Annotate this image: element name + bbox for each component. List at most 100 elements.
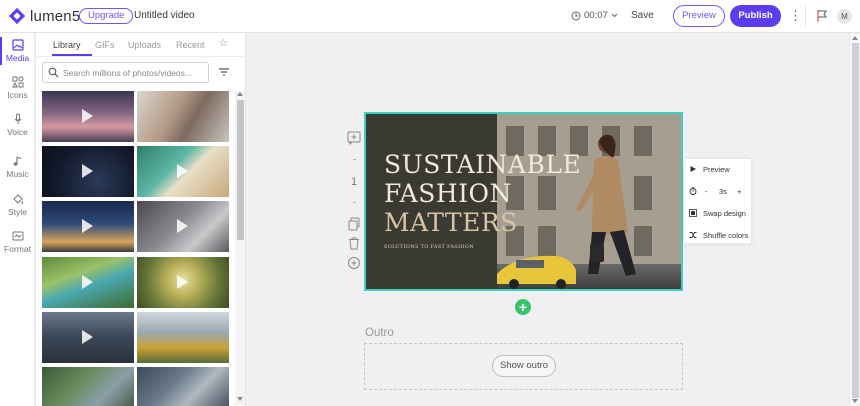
media-thumbnail[interactable] bbox=[42, 201, 134, 252]
music-note-icon bbox=[13, 156, 21, 166]
scene-subtitle[interactable]: SOLUTIONS TO FAST FASHION bbox=[384, 244, 474, 250]
shapes-icon bbox=[11, 76, 23, 88]
divider bbox=[353, 202, 356, 203]
divider bbox=[353, 159, 356, 160]
play-icon bbox=[82, 109, 93, 123]
report-flag-icon[interactable] bbox=[815, 9, 829, 23]
library-tabs: Library GIFs Uploads Recent ☆ bbox=[36, 33, 246, 57]
rail-label: Format bbox=[4, 244, 31, 254]
scroll-down-icon[interactable] bbox=[237, 397, 243, 401]
top-bar: lumen5 Upgrade Untitled video 00:07 Save… bbox=[0, 0, 860, 33]
logo[interactable]: lumen5 bbox=[8, 7, 80, 25]
search-box bbox=[42, 62, 209, 83]
media-thumbnail[interactable] bbox=[137, 312, 229, 363]
scene-title-line: SUSTAINABLE bbox=[384, 150, 582, 179]
scene-preview-item[interactable]: Preview bbox=[684, 159, 753, 179]
media-library-panel: Library GIFs Uploads Recent ☆ bbox=[36, 33, 246, 406]
star-icon[interactable]: ☆ bbox=[219, 38, 228, 49]
more-options-icon[interactable]: ⋮ bbox=[789, 9, 802, 23]
duration-increase-button[interactable]: + bbox=[737, 187, 741, 196]
scene-title[interactable]: SUSTAINABLE FASHION MATTERS bbox=[384, 150, 664, 237]
swap-design-icon bbox=[689, 209, 697, 217]
rail-item-voice[interactable]: Voice bbox=[0, 113, 35, 137]
play-icon bbox=[82, 330, 93, 344]
rail-item-style[interactable]: Style bbox=[0, 193, 35, 217]
library-scroll-thumb[interactable] bbox=[237, 100, 244, 240]
duration-decrease-button[interactable]: - bbox=[705, 187, 708, 196]
rail-label: Voice bbox=[7, 127, 28, 137]
duplicate-icon[interactable] bbox=[347, 217, 361, 231]
outro-label: Outro bbox=[365, 327, 394, 339]
tab-gifs[interactable]: GIFs bbox=[95, 40, 115, 50]
media-thumbnail[interactable] bbox=[137, 367, 229, 406]
play-icon bbox=[177, 275, 188, 289]
paint-bucket-icon bbox=[12, 194, 23, 205]
left-rail: Media Icons Voice Music Style Format bbox=[0, 33, 35, 406]
rail-item-music[interactable]: Music bbox=[0, 155, 35, 179]
add-text-icon[interactable] bbox=[347, 131, 361, 145]
video-title[interactable]: Untitled video bbox=[134, 10, 195, 21]
tab-uploads[interactable]: Uploads bbox=[128, 40, 161, 50]
canvas-scroll-thumb[interactable] bbox=[852, 43, 859, 398]
microphone-icon bbox=[14, 113, 21, 124]
shuffle-icon bbox=[689, 232, 697, 238]
shuffle-colors-item[interactable]: Shuffle colors bbox=[684, 225, 753, 245]
avatar[interactable]: M bbox=[837, 9, 852, 24]
media-thumbnail[interactable] bbox=[42, 367, 134, 406]
rail-label: Music bbox=[6, 169, 29, 179]
timer-icon bbox=[689, 187, 697, 195]
filter-icon[interactable] bbox=[218, 66, 230, 78]
scene-duration-item: - 3s + bbox=[684, 181, 753, 201]
show-outro-button[interactable]: Show outro bbox=[492, 355, 556, 377]
media-thumbnail[interactable] bbox=[137, 91, 229, 142]
play-icon bbox=[177, 219, 188, 233]
scene-context-menu: Preview - 3s + Swap design Shuffle color… bbox=[683, 158, 752, 244]
play-icon bbox=[82, 219, 93, 233]
menu-label: Preview bbox=[703, 165, 730, 174]
media-thumbnail[interactable] bbox=[137, 257, 229, 308]
publish-button[interactable]: Publish bbox=[730, 5, 781, 27]
aspect-ratio-icon bbox=[12, 231, 23, 241]
menu-label: Shuffle colors bbox=[703, 231, 749, 240]
add-scene-button[interactable]: + bbox=[515, 299, 531, 315]
preview-button[interactable]: Preview bbox=[673, 5, 725, 27]
rail-label: Icons bbox=[7, 90, 28, 100]
scroll-down-icon[interactable] bbox=[852, 399, 858, 403]
swap-design-item[interactable]: Swap design bbox=[684, 203, 753, 223]
save-button[interactable]: Save bbox=[631, 10, 654, 21]
lumen5-logo-icon bbox=[8, 7, 26, 25]
rail-item-media[interactable]: Media bbox=[0, 39, 35, 63]
duration-value: 3s bbox=[719, 187, 727, 196]
rail-label: Media bbox=[5, 53, 30, 63]
play-icon bbox=[177, 164, 188, 178]
media-thumbnail[interactable] bbox=[42, 257, 134, 308]
canvas-scrollbar[interactable] bbox=[849, 33, 860, 406]
add-scene-circle-icon[interactable] bbox=[347, 256, 361, 270]
rail-label: Style bbox=[8, 207, 27, 217]
logo-text: lumen5 bbox=[30, 7, 81, 25]
media-thumbnail[interactable] bbox=[42, 312, 134, 363]
tab-recent[interactable]: Recent bbox=[176, 40, 205, 50]
upgrade-button[interactable]: Upgrade bbox=[79, 8, 134, 24]
scene-title-line: FASHION bbox=[384, 179, 512, 208]
scene-title-line: MATTERS bbox=[384, 208, 518, 237]
media-thumbnail[interactable] bbox=[137, 201, 229, 252]
duration-selector[interactable]: 00:07 bbox=[571, 10, 618, 21]
scene-preview[interactable]: SUSTAINABLE FASHION MATTERS SOLUTIONS TO… bbox=[364, 112, 683, 291]
duration-text: 00:07 bbox=[584, 10, 608, 21]
tab-library[interactable]: Library bbox=[53, 40, 81, 50]
clock-icon bbox=[571, 11, 581, 20]
scroll-up-icon[interactable] bbox=[852, 36, 858, 40]
scroll-up-icon[interactable] bbox=[237, 92, 243, 96]
rail-item-format[interactable]: Format bbox=[0, 230, 35, 254]
search-input[interactable] bbox=[63, 66, 205, 79]
media-thumbnail[interactable] bbox=[137, 146, 229, 197]
media-thumbnail[interactable] bbox=[42, 146, 134, 197]
rail-item-icons[interactable]: Icons bbox=[0, 76, 35, 100]
play-icon bbox=[82, 164, 93, 178]
chevron-down-icon bbox=[611, 13, 618, 18]
trash-icon[interactable] bbox=[347, 236, 361, 250]
media-thumbnail[interactable] bbox=[42, 91, 134, 142]
menu-label: Swap design bbox=[703, 209, 746, 218]
play-icon bbox=[690, 166, 696, 172]
